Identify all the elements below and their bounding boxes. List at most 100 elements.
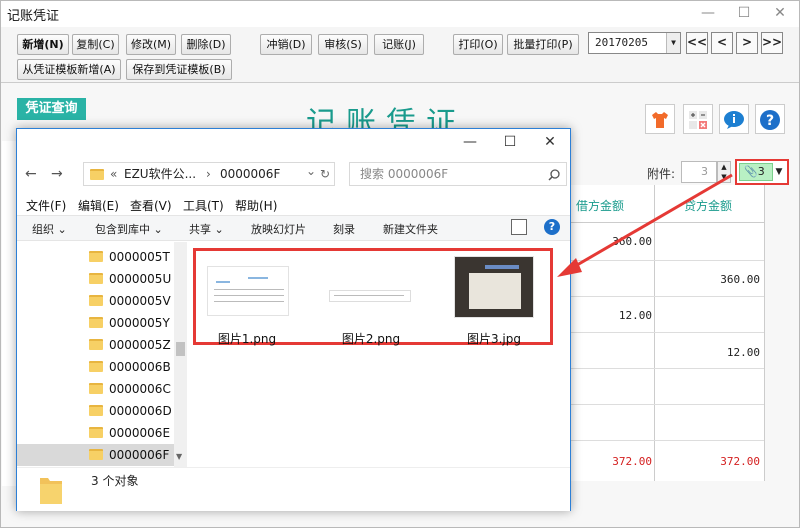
modify-button[interactable]: 修改(M): [126, 34, 176, 55]
chevron-down-icon[interactable]: ▼: [666, 33, 680, 53]
save-to-template-button[interactable]: 保存到凭证模板(B): [126, 59, 232, 80]
reverse-button[interactable]: 冲销(D): [260, 34, 312, 55]
file-thumbnail[interactable]: [454, 256, 534, 318]
search-placeholder: 搜索 0000006F: [360, 167, 449, 181]
column-separator: [654, 185, 655, 481]
scroll-down-icon[interactable]: ▼: [176, 452, 182, 461]
copy-button[interactable]: 复制(C): [72, 34, 119, 55]
address-bar[interactable]: « EZU软件公... › 0000006F ⌄ ↻: [83, 162, 335, 186]
row-2-credit[interactable]: 360.00: [662, 273, 760, 286]
post-button[interactable]: 记账(J): [374, 34, 424, 55]
tree-scrollbar[interactable]: ▼: [174, 242, 187, 467]
total-credit: 372.00: [720, 455, 760, 468]
chat-icon[interactable]: [719, 104, 749, 134]
file-name[interactable]: 图片1.png: [197, 330, 297, 347]
organize-button[interactable]: 组织 ⌄: [32, 221, 67, 237]
row-1-debit[interactable]: 360.00: [572, 235, 652, 248]
include-in-library-button[interactable]: 包含到库中 ⌄: [95, 221, 163, 237]
thumb-detail: [469, 273, 521, 309]
search-input[interactable]: 搜索 0000006F: [349, 162, 567, 186]
attachment-file-count: 3: [757, 165, 765, 178]
help-icon[interactable]: ?: [544, 219, 560, 235]
folder-icon: [89, 295, 103, 306]
breadcrumb-separator: ›: [206, 167, 211, 181]
prev-voucher-button[interactable]: <: [711, 32, 733, 54]
attachment-stepper[interactable]: ▲ ▼: [717, 161, 731, 183]
new-folder-button[interactable]: 新建文件夹: [383, 221, 438, 237]
attachment-count-input[interactable]: 3: [681, 161, 717, 183]
minimize-button[interactable]: —: [691, 1, 725, 27]
tree-folder[interactable]: 0000006E: [87, 422, 177, 444]
tree-folder[interactable]: 0000005Y: [87, 312, 177, 334]
row-4-credit[interactable]: 12.00: [662, 346, 760, 359]
file-explorer-window: — ☐ ✕ ← → « EZU软件公... › 0000006F ⌄ ↻ 搜索 …: [16, 128, 571, 511]
batch-print-button[interactable]: 批量打印(P): [507, 34, 579, 55]
tree-folder[interactable]: 0000006D: [87, 400, 177, 422]
paperclip-icon: 📎3: [739, 163, 773, 181]
first-voucher-button[interactable]: <<: [686, 32, 708, 54]
menu-tools[interactable]: 工具(T): [183, 197, 224, 214]
explorer-minimize-button[interactable]: —: [450, 131, 490, 155]
row-3-debit[interactable]: 12.00: [572, 309, 652, 322]
help-icon[interactable]: ?: [755, 104, 785, 134]
preview-pane-icon[interactable]: [511, 219, 527, 235]
breadcrumb-current[interactable]: 0000006F: [220, 163, 280, 185]
burn-button[interactable]: 刻录: [333, 221, 355, 237]
thumb-detail: [214, 289, 284, 290]
voucher-query-button[interactable]: 凭证查询: [17, 98, 86, 120]
svg-text:?: ?: [766, 113, 774, 129]
folder-label: 0000005T: [109, 250, 170, 264]
scrollbar-thumb[interactable]: [176, 342, 185, 356]
forward-arrow-icon[interactable]: →: [51, 166, 63, 182]
thumb-detail: [214, 301, 284, 302]
tree-folder[interactable]: 0000006B: [87, 356, 177, 378]
file-thumbnail[interactable]: [329, 290, 411, 302]
explorer-maximize-button[interactable]: ☐: [490, 131, 530, 155]
refresh-icon[interactable]: ↻: [320, 163, 330, 185]
back-arrow-icon[interactable]: ←: [25, 166, 37, 182]
thumb-detail: [214, 295, 284, 296]
new-from-template-button[interactable]: 从凭证模板新增(A): [17, 59, 121, 80]
close-button[interactable]: ✕: [763, 1, 797, 27]
delete-button[interactable]: 删除(D): [181, 34, 231, 55]
folder-icon: [90, 169, 104, 180]
breadcrumb-parent[interactable]: EZU软件公...: [124, 163, 196, 185]
explorer-close-button[interactable]: ✕: [530, 131, 570, 155]
slideshow-button[interactable]: 放映幻灯片: [251, 221, 306, 237]
menu-help[interactable]: 帮助(H): [235, 197, 277, 214]
tree-folder-selected[interactable]: 0000006F: [17, 444, 175, 466]
tree-folder[interactable]: 0000005T: [87, 246, 177, 268]
search-icon[interactable]: [548, 169, 560, 181]
credit-header: 贷方金额: [684, 199, 733, 213]
new-button[interactable]: 新增(N): [17, 34, 69, 55]
tree-folder[interactable]: 0000005Z: [87, 334, 177, 356]
tree-folder[interactable]: 0000005U: [87, 268, 177, 290]
explorer-command-bar: 组织 ⌄ 包含到库中 ⌄ 共享 ⌄ 放映幻灯片 刻录 新建文件夹 ?: [17, 215, 570, 241]
tshirt-icon[interactable]: [645, 104, 675, 134]
audit-button[interactable]: 审核(S): [318, 34, 368, 55]
last-voucher-button[interactable]: >>: [761, 32, 783, 54]
calculator-icon[interactable]: [683, 104, 713, 134]
address-dropdown-icon[interactable]: ⌄: [306, 160, 316, 182]
dropdown-arrow-icon[interactable]: ▼: [773, 163, 785, 181]
print-button[interactable]: 打印(O): [453, 34, 503, 55]
share-button[interactable]: 共享 ⌄: [189, 221, 224, 237]
file-thumbnail[interactable]: [207, 266, 289, 316]
menu-file[interactable]: 文件(F): [26, 197, 66, 214]
explorer-nav-bar: ← → « EZU软件公... › 0000006F ⌄ ↻ 搜索 000000…: [17, 159, 570, 189]
tree-folder[interactable]: 0000006C: [87, 378, 177, 400]
next-voucher-button[interactable]: >: [736, 32, 758, 54]
file-name[interactable]: 图片2.png: [321, 330, 421, 347]
folder-large-icon: [40, 478, 62, 504]
file-name[interactable]: 图片3.jpg: [444, 330, 544, 347]
folder-label: 0000006E: [109, 426, 171, 440]
folder-icon: [89, 405, 103, 416]
menu-edit[interactable]: 编辑(E): [78, 197, 119, 214]
row-divider: [562, 296, 764, 297]
attachment-button[interactable]: 📎3 ▼: [735, 159, 789, 185]
tree-folder[interactable]: 0000005V: [87, 290, 177, 312]
maximize-button[interactable]: ☐: [727, 1, 761, 27]
row-divider: [562, 368, 764, 369]
date-picker[interactable]: 20170205 ▼: [588, 32, 681, 54]
menu-view[interactable]: 查看(V): [130, 197, 172, 214]
